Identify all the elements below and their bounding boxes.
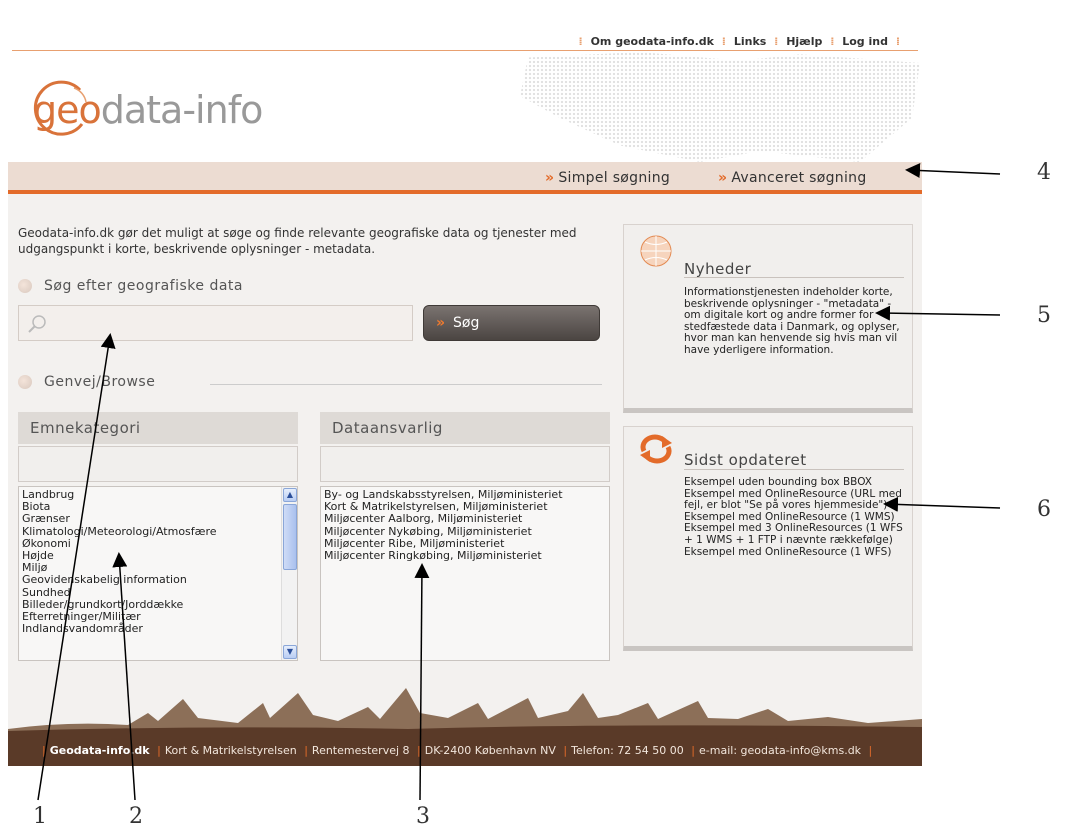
refresh-icon: [640, 434, 672, 464]
update-link[interactable]: Eksempel uden bounding box BBOX: [684, 476, 904, 489]
updates-title: Sidst opdateret: [684, 451, 807, 469]
category-scrollbar[interactable]: ▲ ▼: [281, 487, 297, 660]
footer: | Geodata-info.dk | Kort & Matrikelstyrels…: [8, 735, 922, 766]
list-item[interactable]: Økonomi: [22, 537, 294, 550]
category-listbox[interactable]: Landbrug Biota Grænser Klimatologi/Meteo…: [18, 486, 298, 661]
intro-text: Geodata-info.dk gør det muligt at søge o…: [18, 226, 577, 256]
magnifier-icon: [28, 315, 46, 333]
nav-links-link[interactable]: Links: [734, 35, 766, 48]
nav-about-link[interactable]: Om geodata-info.dk: [591, 35, 714, 48]
list-item[interactable]: Klimatologi/Meteorologi/Atmosfære: [22, 525, 294, 538]
updates-panel: Sidst opdateret Eksempel uden bounding b…: [623, 426, 913, 651]
footer-email-link[interactable]: e-mail: geodata-info@kms.dk: [699, 744, 861, 757]
globe-icon: [640, 235, 672, 267]
update-link[interactable]: Eksempel med 3 OnlineResources (1 WFS + …: [684, 523, 904, 546]
nav-help-link[interactable]: Hjælp: [786, 35, 822, 48]
list-item[interactable]: Indlandsvandområder: [22, 623, 294, 635]
category-header: Emnekategori: [18, 412, 298, 444]
top-navigation: ⁞ Om geodata-info.dk ⁞ Links ⁞ Hjælp ⁞ L…: [578, 35, 900, 48]
website: ⁞ Om geodata-info.dk ⁞ Links ⁞ Hjælp ⁞ L…: [8, 8, 922, 766]
search-mode-bar: » Simpel søgning » Avanceret søgning: [8, 162, 922, 194]
responsible-listbox[interactable]: By- og Landskabsstyrelsen, Miljøminister…: [320, 486, 610, 661]
news-title: Nyheder: [684, 260, 752, 278]
list-item[interactable]: Sundhed: [22, 586, 294, 599]
annotation-label: 4: [1037, 160, 1051, 185]
footer-org: Kort & Matrikelstyrelsen: [164, 744, 297, 757]
updates-list: Eksempel uden bounding box BBOX Eksempel…: [684, 476, 904, 559]
simple-search-link[interactable]: » Simpel søgning: [545, 170, 670, 186]
list-item[interactable]: Miljøcenter Aalborg, Miljøministeriet: [324, 513, 606, 525]
browse-heading: Genvej/Browse: [18, 374, 155, 390]
category-filter-area: [18, 446, 298, 482]
responsible-header: Dataansvarlig: [320, 412, 610, 444]
nav-login-link[interactable]: Log ind: [842, 35, 888, 48]
scroll-up-icon[interactable]: ▲: [283, 488, 297, 502]
header-divider: [12, 50, 918, 51]
update-link[interactable]: Eksempel med OnlineResource (1 WFS): [684, 546, 904, 559]
footer-site: Geodata-info.dk: [49, 744, 150, 757]
chevron-right-icon: »: [545, 170, 555, 186]
list-item[interactable]: Landbrug: [22, 488, 294, 501]
list-item[interactable]: Højde: [22, 549, 294, 562]
news-divider: [684, 277, 904, 278]
news-text: Informationstjenesten indeholder korte, …: [684, 286, 900, 356]
responsible-filter-area: [320, 446, 610, 482]
news-panel: Nyheder Informationstjenesten indeholder…: [623, 224, 913, 413]
chevron-right-icon: »: [436, 315, 446, 331]
search-box: [18, 305, 413, 341]
chevron-right-icon: »: [718, 170, 728, 186]
annotation-label: 6: [1037, 497, 1051, 522]
footer-street: Rentemestervej 8: [311, 744, 410, 757]
list-item[interactable]: Grænser: [22, 513, 294, 525]
list-item[interactable]: Miljøcenter Nykøbing, Miljøministeriet: [324, 525, 606, 538]
annotation-label: 3: [416, 804, 430, 829]
footer-phone: Telefon: 72 54 50 00: [571, 744, 684, 757]
footer-city: DK-2400 København NV: [424, 744, 556, 757]
browse-divider: [210, 384, 602, 385]
search-input[interactable]: [53, 312, 403, 334]
list-item[interactable]: Miljøcenter Ringkøbing, Miljøministeriet: [324, 549, 606, 562]
annotation-label: 1: [33, 804, 47, 829]
bullet-icon: [18, 375, 32, 389]
landscape-graphic: [8, 688, 922, 735]
header: ⁞ Om geodata-info.dk ⁞ Links ⁞ Hjælp ⁞ L…: [8, 8, 922, 162]
annotation-label: 2: [129, 804, 143, 829]
scroll-down-icon[interactable]: ▼: [283, 645, 297, 659]
scroll-thumb[interactable]: [283, 504, 297, 570]
search-button[interactable]: » Søg: [423, 305, 600, 341]
updates-divider: [684, 469, 904, 470]
dotted-map-graphic: [520, 52, 920, 162]
advanced-search-link[interactable]: » Avanceret søgning: [718, 170, 867, 186]
list-item[interactable]: Geovidenskabelig information: [22, 574, 294, 586]
annotation-label: 5: [1037, 303, 1051, 328]
update-link[interactable]: Eksempel med OnlineResource (URL med fej…: [684, 488, 904, 512]
bullet-icon: [18, 279, 32, 293]
search-heading: Søg efter geografiske data: [18, 278, 243, 294]
site-logo[interactable]: geodata-info: [33, 88, 263, 132]
